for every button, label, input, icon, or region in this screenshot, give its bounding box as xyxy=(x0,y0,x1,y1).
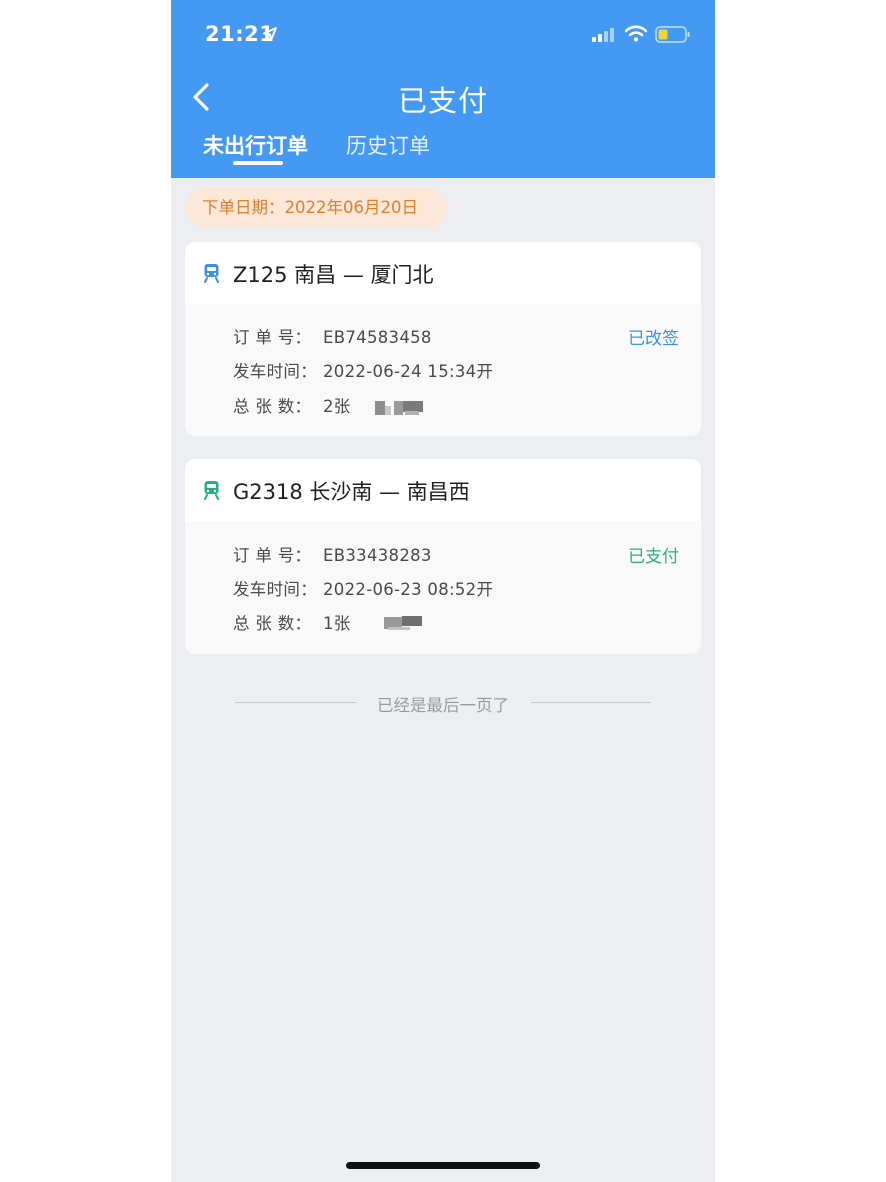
ticket-count-row: 总 张 数： 1张 xyxy=(233,610,351,634)
wifi-icon xyxy=(625,25,647,42)
order-number-label: 订 单 号： xyxy=(233,546,312,565)
order-number-label: 订 单 号： xyxy=(233,328,312,347)
battery-icon xyxy=(655,26,690,43)
order-number-row: 订 单 号： EB74583458 xyxy=(233,324,432,348)
home-indicator[interactable] xyxy=(346,1162,540,1169)
page-title: 已支付 xyxy=(397,84,488,118)
departure-time-value: 2022-06-23 08:52开 xyxy=(323,580,494,599)
departure-time-label: 发车时间： xyxy=(233,580,317,599)
order-card-header: G2318 长沙南 — 南昌西 xyxy=(185,459,701,521)
order-number-value: EB74583458 xyxy=(323,328,432,347)
route-title: G2318 长沙南 — 南昌西 xyxy=(233,480,470,504)
route-title: Z125 南昌 — 厦门北 xyxy=(233,263,434,287)
cellular-signal-icon xyxy=(592,28,614,42)
ticket-count-value: 2张 xyxy=(323,397,351,416)
departure-time-label: 发车时间： xyxy=(233,362,317,381)
train-icon xyxy=(204,481,219,500)
tab-history-orders[interactable]: 历史订单 xyxy=(346,130,430,170)
end-divider-right xyxy=(531,702,651,703)
active-tab-indicator xyxy=(233,161,283,165)
location-arrow-icon xyxy=(263,27,277,41)
order-card[interactable]: G2318 长沙南 — 南昌西 订 单 号： EB33438283 已支付 发车时… xyxy=(185,459,701,654)
order-card[interactable]: Z125 南昌 — 厦门北 订 单 号： EB74583458 已改签 发车时间：… xyxy=(185,242,701,436)
order-status-badge: 已支付 xyxy=(628,547,679,567)
ticket-count-row: 总 张 数： 2张 xyxy=(233,393,351,417)
train-icon xyxy=(204,264,219,283)
redacted-passenger-name xyxy=(384,615,422,631)
departure-time-row: 发车时间： 2022-06-23 08:52开 xyxy=(233,576,493,600)
order-date-pill: 下单日期：2022年06月20日 xyxy=(185,188,447,228)
departure-time-value: 2022-06-24 15:34开 xyxy=(323,362,494,381)
redacted-passenger-names xyxy=(375,400,423,416)
phone-screen: 21:21 已支付 未出行订单 历史订单 下单日期：2022年06月20日 Z1… xyxy=(171,0,715,1182)
departure-time-row: 发车时间： 2022-06-24 15:34开 xyxy=(233,358,493,382)
end-of-list-text: 已经是最后一页了 xyxy=(377,696,509,715)
order-card-header: Z125 南昌 — 厦门北 xyxy=(185,242,701,304)
order-status-badge: 已改签 xyxy=(628,329,679,349)
ticket-count-label: 总 张 数： xyxy=(233,397,312,416)
order-number-row: 订 单 号： EB33438283 xyxy=(233,542,432,566)
header-bar: 21:21 已支付 未出行订单 历史订单 xyxy=(171,0,715,178)
ticket-count-value: 1张 xyxy=(323,614,351,633)
ticket-count-label: 总 张 数： xyxy=(233,614,312,633)
order-number-value: EB33438283 xyxy=(323,546,432,565)
